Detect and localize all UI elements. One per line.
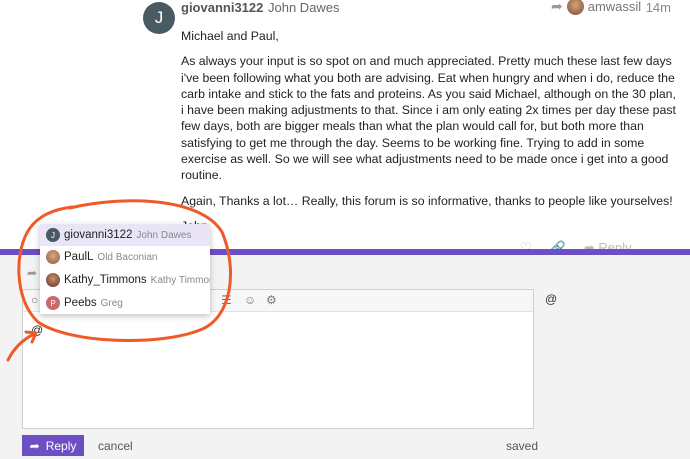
- quote-icon[interactable]: ○: [31, 293, 38, 307]
- autocomplete-username: Kathy_Timmons: [64, 274, 147, 286]
- post-paragraph: John: [181, 218, 676, 234]
- post-time[interactable]: 14m: [646, 0, 671, 15]
- reply-action-icon[interactable]: ➦: [27, 266, 37, 280]
- user-avatar: P: [46, 296, 60, 310]
- autocomplete-fullname: John Dawes: [136, 229, 192, 241]
- editor-text[interactable]: @: [31, 323, 43, 337]
- gear-icon[interactable]: ⚙: [266, 293, 277, 307]
- autocomplete-item[interactable]: J giovanni3122 John Dawes: [40, 224, 210, 246]
- autocomplete-item[interactable]: Kathy_Timmons Kathy Timmons: [40, 269, 210, 291]
- author-username[interactable]: giovanni3122: [181, 0, 263, 15]
- post-paragraph: Again, Thanks a lot… Really, this forum …: [181, 193, 673, 208]
- post-body: Michael and Paul, As always your input i…: [181, 28, 676, 243]
- autocomplete-fullname: Old Baconian: [97, 251, 158, 263]
- cancel-link[interactable]: cancel: [98, 439, 133, 453]
- user-avatar: [46, 250, 60, 264]
- reply-arrow-icon: ➦: [29, 438, 40, 453]
- autocomplete-item[interactable]: P Peebs Greg: [40, 292, 210, 314]
- autocomplete-item[interactable]: PaulL Old Baconian: [40, 246, 210, 268]
- author-fullname: John Dawes: [268, 0, 340, 15]
- emoji-icon[interactable]: ☺: [244, 293, 256, 307]
- reply-to-avatar: [566, 0, 584, 15]
- autocomplete-fullname: Kathy Timmons: [150, 274, 210, 286]
- autocomplete-fullname: Greg: [100, 297, 123, 309]
- mention-autocomplete: J giovanni3122 John Dawes PaulL Old Baco…: [40, 224, 210, 314]
- preview-text: @: [545, 292, 558, 306]
- reply-button-label: Reply: [45, 438, 77, 453]
- share-arrow-icon: ➦: [551, 0, 563, 14]
- reply-to-indicator[interactable]: ➦ amwassil: [551, 0, 641, 15]
- autocomplete-username: PaulL: [64, 251, 94, 263]
- autocomplete-username: Peebs: [64, 297, 97, 309]
- avatar-letter: J: [154, 8, 164, 27]
- post-paragraph: Michael and Paul,: [181, 29, 279, 43]
- reply-to-username: amwassil: [587, 0, 642, 14]
- autocomplete-username: giovanni3122: [64, 229, 133, 241]
- user-avatar: J: [46, 228, 60, 242]
- author-avatar[interactable]: J: [143, 2, 175, 34]
- user-avatar: [46, 273, 60, 287]
- reply-button[interactable]: ➦ Reply: [22, 435, 84, 456]
- list-icon[interactable]: ☰: [221, 293, 232, 307]
- post-paragraph: As always your input is so spot on and m…: [181, 54, 676, 183]
- post-header: giovanni3122 John Dawes ➦ amwassil 14m: [181, 0, 671, 16]
- saved-status: saved: [506, 439, 539, 453]
